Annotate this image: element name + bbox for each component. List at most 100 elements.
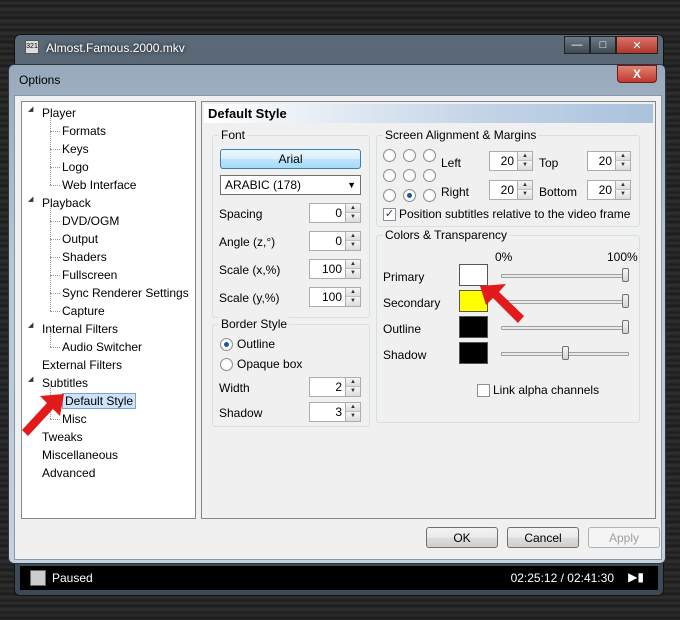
spin-down-icon[interactable]: ▼: [616, 161, 630, 170]
margin-right-label: Right: [441, 185, 470, 199]
tree-expand-icon[interactable]: ◢: [28, 375, 38, 383]
relative-position-checkbox[interactable]: ✓: [383, 208, 396, 221]
spacing-label: Spacing: [219, 207, 263, 221]
align-middle-center-radio[interactable]: [403, 169, 416, 182]
outline-radio-label[interactable]: Outline: [237, 337, 275, 351]
spin-up-icon[interactable]: ▲: [346, 403, 360, 412]
minimize-icon[interactable]: —: [564, 36, 590, 54]
tree-connector: [50, 257, 60, 258]
relative-position-label[interactable]: Position subtitles relative to the video…: [399, 207, 630, 221]
align-top-right-radio[interactable]: [423, 149, 436, 162]
player-app-icon: 321: [25, 40, 39, 54]
margin-left-value: 20: [500, 154, 514, 168]
font-select-button[interactable]: Arial: [220, 149, 361, 169]
spin-up-icon[interactable]: ▲: [518, 181, 532, 190]
alignment-group-title: Screen Alignment & Margins: [383, 128, 539, 142]
align-middle-left-radio[interactable]: [383, 169, 396, 182]
tree-item-capture[interactable]: Capture: [62, 302, 105, 320]
primary-alpha-thumb[interactable]: [622, 268, 629, 282]
spin-down-icon[interactable]: ▼: [346, 387, 360, 396]
spin-down-icon[interactable]: ▼: [346, 213, 360, 222]
options-tree[interactable]: ◢ Player Formats Keys Logo Web Interface ◢ Play…: [21, 101, 196, 519]
cancel-button[interactable]: Cancel: [507, 527, 579, 548]
outline-radio[interactable]: [220, 338, 233, 351]
spin-down-icon[interactable]: ▼: [346, 297, 360, 306]
link-alpha-label[interactable]: Link alpha channels: [493, 383, 599, 397]
charset-select[interactable]: ARABIC (178) ▼: [220, 175, 361, 195]
width-label: Width: [219, 381, 250, 395]
tree-expand-icon[interactable]: ◢: [28, 105, 38, 113]
margin-bottom-value: 20: [598, 183, 612, 197]
close-icon[interactable]: ✕: [616, 36, 658, 54]
spin-down-icon[interactable]: ▼: [616, 190, 630, 199]
margin-bottom-spinner[interactable]: 20 ▲ ▼: [587, 180, 631, 200]
spin-down-icon[interactable]: ▼: [346, 412, 360, 421]
spacing-value: 0: [335, 206, 342, 220]
primary-alpha-slider[interactable]: [501, 274, 629, 278]
tree-item-internal-filters[interactable]: Internal Filters: [42, 320, 118, 338]
tree-item-keys[interactable]: Keys: [62, 140, 89, 158]
spin-down-icon[interactable]: ▼: [346, 241, 360, 250]
maximize-icon[interactable]: □: [590, 36, 616, 54]
spin-up-icon[interactable]: ▲: [616, 152, 630, 161]
tree-item-dvd-ogm[interactable]: DVD/OGM: [62, 212, 119, 230]
opaque-box-radio[interactable]: [220, 358, 233, 371]
angle-spinner[interactable]: 0 ▲ ▼: [309, 231, 361, 251]
tree-item-label: Keys: [62, 142, 89, 156]
tree-item-web-interface[interactable]: Web Interface: [62, 176, 136, 194]
shadow-depth-spinner[interactable]: 3 ▲ ▼: [309, 402, 361, 422]
spin-down-icon[interactable]: ▼: [518, 190, 532, 199]
link-alpha-checkbox[interactable]: [477, 384, 490, 397]
tree-item-miscellaneous[interactable]: Miscellaneous: [42, 446, 118, 464]
align-top-center-radio[interactable]: [403, 149, 416, 162]
scale-x-spinner[interactable]: 100 ▲ ▼: [309, 259, 361, 279]
tree-item-shaders[interactable]: Shaders: [62, 248, 107, 266]
opaque-box-radio-label[interactable]: Opaque box: [237, 357, 302, 371]
tree-item-sync-renderer-settings[interactable]: Sync Renderer Settings: [62, 284, 189, 302]
scale-y-label: Scale (y,%): [219, 291, 280, 305]
ok-button[interactable]: OK: [426, 527, 498, 548]
spin-down-icon[interactable]: ▼: [346, 269, 360, 278]
spin-up-icon[interactable]: ▲: [346, 378, 360, 387]
tree-item-logo[interactable]: Logo: [62, 158, 89, 176]
spacing-spinner[interactable]: 0 ▲ ▼: [309, 203, 361, 223]
tree-item-external-filters[interactable]: External Filters: [42, 356, 122, 374]
margin-top-spinner[interactable]: 20 ▲ ▼: [587, 151, 631, 171]
spin-up-icon[interactable]: ▲: [346, 288, 360, 297]
align-bottom-center-radio[interactable]: [403, 189, 416, 202]
tree-item-player[interactable]: Player: [42, 104, 76, 122]
align-top-left-radio[interactable]: [383, 149, 396, 162]
shadow-color-swatch[interactable]: [459, 342, 488, 364]
align-bottom-left-radio[interactable]: [383, 189, 396, 202]
margin-bottom-label: Bottom: [539, 185, 578, 199]
shadow-label: Shadow: [219, 406, 263, 420]
secondary-alpha-thumb[interactable]: [622, 294, 629, 308]
outline-alpha-thumb[interactable]: [622, 320, 629, 334]
dialog-close-button[interactable]: X: [617, 65, 657, 83]
spin-up-icon[interactable]: ▲: [616, 181, 630, 190]
align-middle-right-radio[interactable]: [423, 169, 436, 182]
spin-up-icon[interactable]: ▲: [346, 232, 360, 241]
spin-up-icon[interactable]: ▲: [346, 260, 360, 269]
spin-down-icon[interactable]: ▼: [518, 161, 532, 170]
annotation-arrow-icon: [480, 284, 524, 323]
volume-icon[interactable]: ▶▮: [628, 570, 644, 584]
align-bottom-right-radio[interactable]: [423, 189, 436, 202]
tree-item-label: Formats: [62, 124, 107, 138]
scale-y-spinner[interactable]: 100 ▲ ▼: [309, 287, 361, 307]
tree-item-audio-switcher[interactable]: Audio Switcher: [62, 338, 142, 356]
tree-item-advanced[interactable]: Advanced: [42, 464, 95, 482]
margin-right-spinner[interactable]: 20 ▲ ▼: [489, 180, 533, 200]
tree-expand-icon[interactable]: ◢: [28, 195, 38, 203]
border-width-spinner[interactable]: 2 ▲ ▼: [309, 377, 361, 397]
tree-item-formats[interactable]: Formats: [62, 122, 106, 140]
spin-up-icon[interactable]: ▲: [346, 204, 360, 213]
shadow-alpha-thumb[interactable]: [562, 346, 569, 360]
tree-connector: [50, 311, 60, 312]
tree-item-output[interactable]: Output: [62, 230, 98, 248]
tree-expand-icon[interactable]: ◢: [28, 321, 38, 329]
tree-item-fullscreen[interactable]: Fullscreen: [62, 266, 117, 284]
spin-up-icon[interactable]: ▲: [518, 152, 532, 161]
margin-left-spinner[interactable]: 20 ▲ ▼: [489, 151, 533, 171]
apply-button[interactable]: Apply: [588, 527, 660, 548]
